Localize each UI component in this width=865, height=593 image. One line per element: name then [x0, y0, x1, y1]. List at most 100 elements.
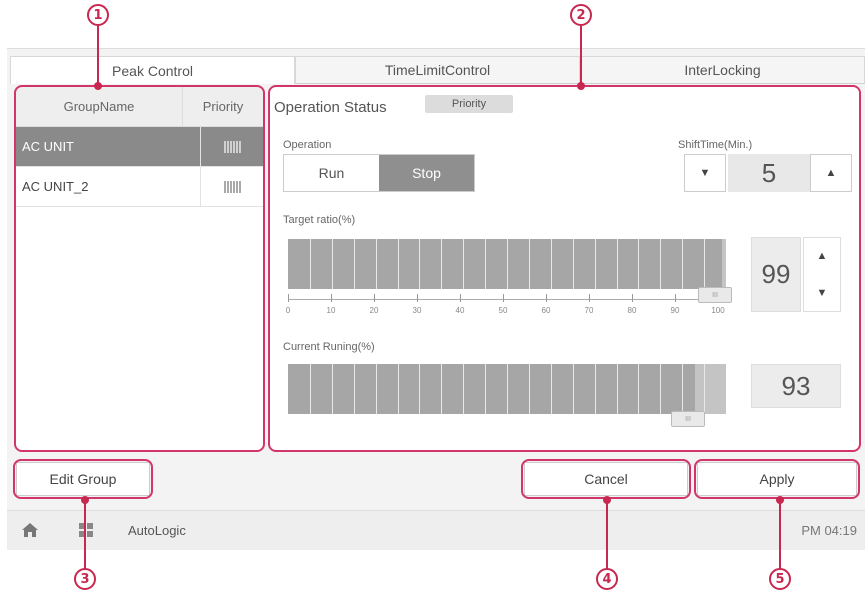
- bar-segment-line: [463, 239, 465, 289]
- bar-segment-line: [419, 364, 421, 414]
- callout-1: 1: [87, 4, 109, 26]
- bar-segment-line: [572, 364, 574, 414]
- bar-segment-line: [485, 364, 487, 414]
- cancel-button[interactable]: Cancel: [524, 462, 688, 496]
- group-list-panel: GroupName Priority AC UNIT AC UNIT_2: [16, 87, 263, 450]
- status-bar: AutoLogic PM 04:19: [7, 510, 865, 550]
- bar-segment-line: [507, 239, 508, 289]
- bar-segment-line: [594, 364, 596, 414]
- scale-tick-label: 40: [455, 306, 465, 315]
- bar-segment-line: [638, 364, 640, 414]
- target-slider-handle[interactable]: III: [698, 287, 732, 303]
- bar-segment-line: [682, 364, 684, 414]
- group-list-header: GroupName Priority: [16, 87, 263, 127]
- shift-time-value: 5: [728, 154, 810, 192]
- bar-segment-line: [441, 364, 443, 414]
- group-name-header: GroupName: [16, 87, 183, 126]
- group-name: AC UNIT_2: [22, 179, 89, 194]
- bar-segment-line: [660, 239, 662, 289]
- operation-status-label: Operation Status: [274, 99, 387, 116]
- bar-segment-line: [528, 239, 530, 289]
- bar-segment-line: [594, 239, 596, 289]
- target-up-button[interactable]: ▲: [804, 238, 840, 275]
- scale-tick-label: 80: [627, 306, 637, 315]
- run-button[interactable]: Run: [284, 155, 379, 191]
- tab-interlocking[interactable]: InterLocking: [580, 56, 865, 84]
- scale-tick: [374, 294, 375, 302]
- priority-bars-icon[interactable]: [200, 127, 263, 166]
- scale-tick: [417, 294, 418, 302]
- scale-tick: [675, 294, 676, 302]
- scale-tick: [546, 294, 547, 302]
- bar-segment-line: [441, 239, 443, 289]
- bar-segment-line: [616, 364, 618, 414]
- scale-tick-label: 30: [412, 306, 422, 315]
- home-icon[interactable]: [21, 522, 39, 543]
- bar-segment-line: [375, 239, 377, 289]
- tab-time-limit-control[interactable]: TimeLimitControl: [295, 56, 580, 84]
- bar-segment-line: [331, 239, 333, 289]
- scale-tick-label: 60: [541, 306, 551, 315]
- bar-segment-line: [331, 364, 333, 414]
- target-ratio-bar[interactable]: [288, 239, 726, 289]
- shift-up-button[interactable]: ▲: [810, 154, 852, 192]
- operation-toggle: Run Stop: [283, 154, 475, 192]
- scale-tick-label: 50: [498, 306, 508, 315]
- shift-time-label: ShiftTime(Min.): [678, 139, 753, 151]
- callout-2: 2: [570, 4, 592, 26]
- ratio-scale: 0 10 20 30 40 50 60 70 80 90 100: [285, 292, 725, 318]
- current-marker: III: [671, 411, 705, 427]
- bar-segment-line: [397, 364, 399, 414]
- apps-grid-icon[interactable]: [79, 523, 93, 542]
- scale-tick: [460, 294, 461, 302]
- scale-tick-label: 100: [711, 306, 725, 315]
- scale-tick: [503, 294, 504, 302]
- bar-segment-line: [572, 239, 574, 289]
- callout-4: 4: [596, 568, 618, 590]
- bar-segment-line: [704, 364, 706, 414]
- bar-segment-line: [353, 364, 355, 414]
- scale-tick: [288, 294, 289, 302]
- bar-segment-line: [682, 239, 684, 289]
- list-item[interactable]: AC UNIT: [16, 127, 263, 167]
- tab-peak-control[interactable]: Peak Control: [10, 56, 295, 84]
- scale-tick-label: 90: [670, 306, 680, 315]
- target-down-button[interactable]: ▼: [804, 275, 840, 312]
- scale-tick-label: 20: [369, 306, 379, 315]
- group-name: AC UNIT: [22, 139, 74, 154]
- bar-segment-line: [638, 239, 640, 289]
- current-running-bar: [288, 364, 726, 414]
- target-ratio-value: 99: [751, 237, 801, 312]
- stop-button[interactable]: Stop: [379, 155, 474, 191]
- scale-tick: [632, 294, 633, 302]
- priority-header: Priority: [202, 99, 244, 114]
- scale-tick-label: 0: [285, 306, 291, 315]
- bar-segment-line: [485, 239, 487, 289]
- bar-segment-line: [616, 239, 618, 289]
- bar-segment-line: [309, 364, 311, 414]
- app-label: AutoLogic: [128, 523, 186, 538]
- priority-bars-icon[interactable]: [200, 167, 263, 206]
- bar-segment-line: [704, 239, 706, 289]
- scale-tick: [589, 294, 590, 302]
- scale-tick: [331, 294, 332, 302]
- tab-bar: Peak Control TimeLimitControl InterLocki…: [10, 56, 865, 84]
- callout-3: 3: [74, 568, 96, 590]
- bar-segment-line: [353, 239, 355, 289]
- apply-button[interactable]: Apply: [697, 462, 857, 496]
- bar-fill: [288, 364, 696, 414]
- bar-segment-line: [463, 364, 465, 414]
- target-stepper: ▲ ▼: [803, 237, 841, 312]
- shift-down-button[interactable]: ▼: [684, 154, 726, 192]
- callout-5: 5: [769, 568, 791, 590]
- bar-segment-line: [660, 364, 662, 414]
- bar-segment-line: [309, 239, 311, 289]
- target-ratio-label: Target ratio(%): [283, 214, 356, 226]
- scale-tick-label: 10: [326, 306, 336, 315]
- bar-segment-line: [397, 239, 399, 289]
- edit-group-button[interactable]: Edit Group: [16, 462, 150, 496]
- clock: PM 04:19: [801, 523, 857, 538]
- bar-segment-line: [550, 364, 552, 414]
- priority-badge[interactable]: Priority: [425, 95, 513, 113]
- list-item[interactable]: AC UNIT_2: [16, 167, 263, 207]
